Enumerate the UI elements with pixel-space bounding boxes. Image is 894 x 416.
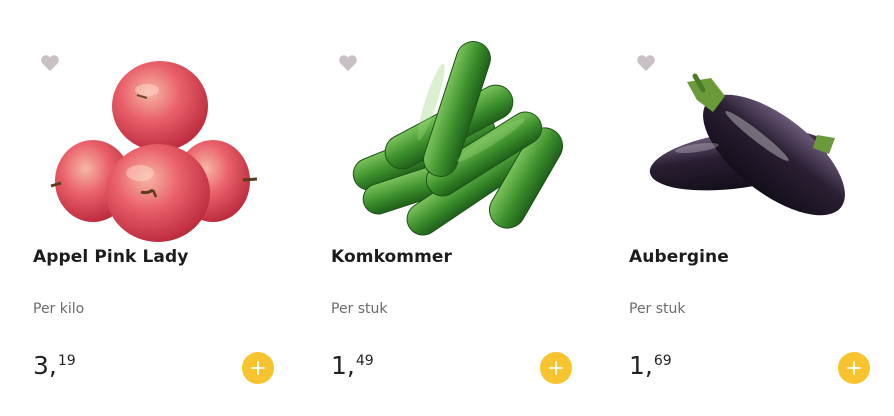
price-cents: 49 (355, 353, 374, 369)
add-to-cart-button[interactable] (838, 352, 870, 384)
product-title[interactable]: Komkommer (331, 247, 452, 267)
product-card[interactable]: Aubergine Per stuk 1,69 (619, 0, 887, 416)
cucumber-image[interactable] (341, 40, 571, 250)
product-price: 1,49 (331, 352, 374, 380)
price-separator: , (644, 351, 653, 380)
product-title[interactable]: Aubergine (629, 247, 729, 267)
product-card[interactable]: Appel Pink Lady Per kilo 3,19 (23, 0, 291, 416)
product-unit: Per kilo (33, 301, 85, 317)
price-separator: , (48, 351, 57, 380)
price-euros: 3 (33, 351, 49, 380)
add-to-cart-button[interactable] (242, 352, 274, 384)
eggplant-image[interactable] (639, 40, 869, 250)
product-unit: Per stuk (629, 301, 686, 317)
price-cents: 69 (653, 353, 672, 369)
product-price: 3,19 (33, 352, 76, 380)
apple-image[interactable] (43, 40, 273, 250)
price-euros: 1 (331, 351, 347, 380)
plus-icon (847, 361, 861, 375)
product-title[interactable]: Appel Pink Lady (33, 247, 188, 267)
plus-icon (251, 361, 265, 375)
product-unit: Per stuk (331, 301, 388, 317)
plus-icon (549, 361, 563, 375)
price-euros: 1 (629, 351, 645, 380)
price-separator: , (346, 351, 355, 380)
price-cents: 19 (57, 353, 76, 369)
product-card[interactable]: Komkommer Per stuk 1,49 (321, 0, 589, 416)
add-to-cart-button[interactable] (540, 352, 572, 384)
product-grid: Appel Pink Lady Per kilo 3,19 Komkommer … (0, 0, 894, 416)
product-price: 1,69 (629, 352, 672, 380)
